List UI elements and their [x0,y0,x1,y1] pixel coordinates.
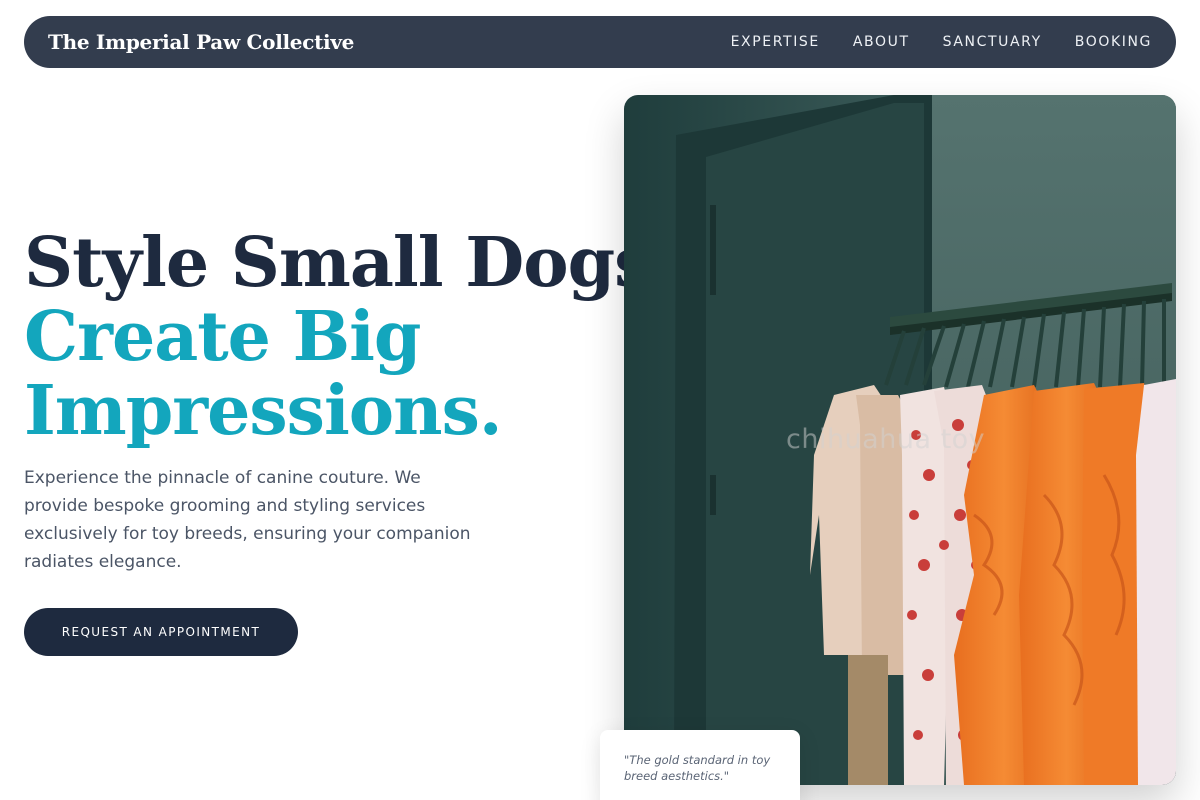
testimonial-quote: "The gold standard in toy breed aestheti… [624,753,771,783]
image-watermark: chihuahua toy [786,424,986,455]
top-navbar: The Imperial Paw Collective EXPERTISE AB… [24,16,1176,68]
testimonial-card: "The gold standard in toy breed aestheti… [600,730,800,800]
nav-link-expertise[interactable]: EXPERTISE [731,34,820,50]
brand-logo-text[interactable]: The Imperial Paw Collective [48,30,354,54]
nav-link-about[interactable]: ABOUT [853,34,910,50]
nav-link-sanctuary[interactable]: SANCTUARY [943,34,1042,50]
nav-link-booking[interactable]: BOOKING [1075,34,1152,50]
hero-description: Experience the pinnacle of canine coutur… [24,468,471,572]
headline-line-1: Style Small Dogs, [24,223,675,303]
request-appointment-button[interactable]: REQUEST AN APPOINTMENT [24,608,298,656]
hero-headline: Style Small Dogs, Create Big Impressions… [24,223,675,451]
headline-line-2: Create Big [24,297,421,377]
nav-links: EXPERTISE ABOUT SANCTUARY BOOKING [731,34,1152,50]
headline-line-3: Impressions. [24,371,503,451]
